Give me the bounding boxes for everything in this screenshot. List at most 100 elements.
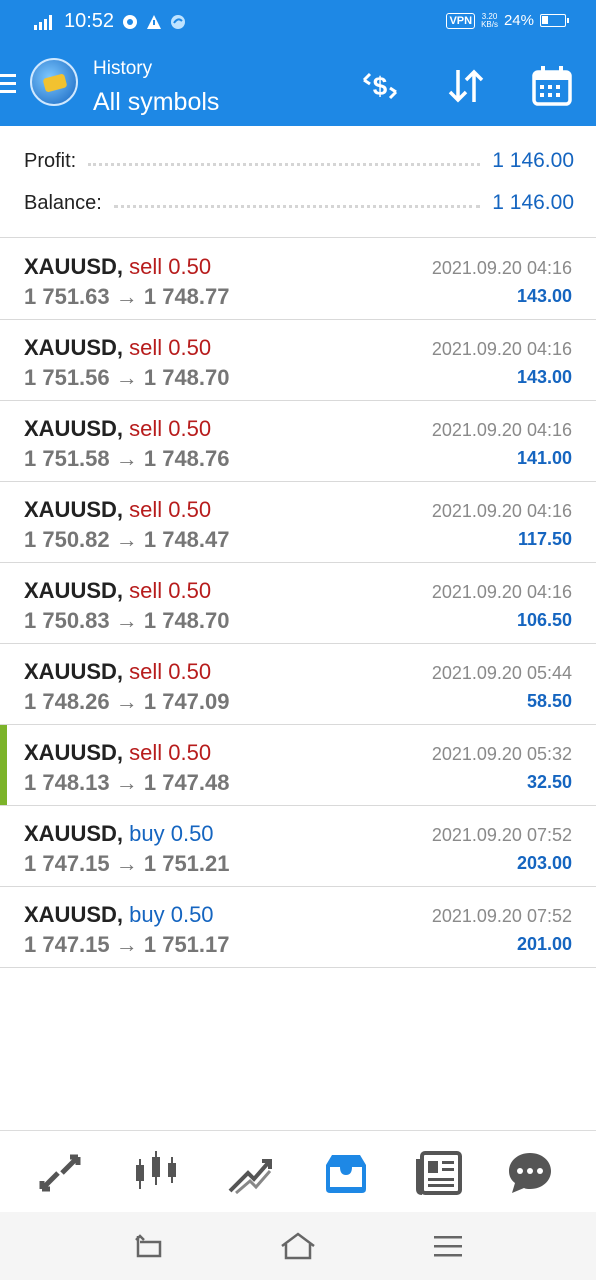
- trade-symbol: XAUUSD,: [24, 497, 124, 522]
- trade-profit: 203.00: [516, 853, 572, 873]
- trade-profit: 201.00: [516, 934, 572, 954]
- trade-profit: 32.50: [526, 772, 572, 792]
- trade-row[interactable]: XAUUSD, buy 0.50 1 747.15 → 1 751.21 2021.…: [0, 806, 596, 887]
- trade-row[interactable]: XAUUSD, sell 0.50 1 751.56 → 1 748.70 2021…: [0, 320, 596, 401]
- trade-symbol-line: XAUUSD, sell 0.50: [24, 578, 211, 604]
- trade-type: buy 0.50: [129, 902, 214, 927]
- page-title: History: [93, 58, 153, 79]
- vpn-badge: VPN: [446, 12, 476, 29]
- status-time: 10:52: [64, 10, 115, 32]
- trade-type: sell 0.50: [129, 416, 212, 441]
- trade-profit: 58.50: [526, 691, 572, 711]
- app-toolbar: History All symbols $: [0, 44, 596, 126]
- menu-icon[interactable]: [0, 74, 18, 96]
- trade-time: 2021.09.20 04:16: [431, 339, 572, 359]
- trade-profit: 143.00: [516, 286, 572, 306]
- trade-symbol: XAUUSD,: [24, 335, 124, 360]
- trade-symbol: XAUUSD,: [24, 902, 124, 927]
- trade-row[interactable]: XAUUSD, sell 0.50 1 748.26 → 1 747.09 2021…: [0, 644, 596, 725]
- symbol-filter[interactable]: All symbols: [93, 88, 219, 117]
- balance-label: Balance:: [24, 191, 102, 214]
- trade-symbol-line: XAUUSD, sell 0.50: [24, 254, 211, 280]
- recents-icon[interactable]: [428, 1226, 468, 1266]
- trade-symbol: XAUUSD,: [24, 740, 124, 765]
- battery-icon: [540, 14, 569, 27]
- balance-row: Balance: 1 146.00: [24, 188, 574, 218]
- trade-type: sell 0.50: [129, 335, 212, 360]
- profit-value: 1 146.00: [492, 149, 574, 172]
- trade-row[interactable]: XAUUSD, sell 0.50 1 751.58 → 1 748.76 2021…: [0, 401, 596, 482]
- trade-symbol-line: XAUUSD, sell 0.50: [24, 335, 211, 361]
- trade-time: 2021.09.20 04:16: [431, 258, 572, 278]
- back-icon[interactable]: [128, 1226, 168, 1266]
- selected-marker: [0, 725, 7, 805]
- battery-percent: 24%: [503, 12, 534, 29]
- network-speed-unit: KB/s: [481, 19, 498, 29]
- trade-time: 2021.09.20 04:16: [431, 582, 572, 602]
- trade-type: sell 0.50: [129, 659, 212, 684]
- trade-symbol-line: XAUUSD, sell 0.50: [24, 740, 211, 766]
- system-navigation-bar: [0, 1212, 596, 1280]
- home-icon[interactable]: [278, 1226, 318, 1266]
- trade-prices: 1 750.82 → 1 748.47: [24, 527, 230, 552]
- dotted-leader: [113, 204, 481, 208]
- notification-app-icon-2: [171, 14, 186, 29]
- history-icon[interactable]: [316, 1143, 376, 1203]
- trade-prices: 1 750.83 → 1 748.70: [24, 608, 230, 633]
- status-bar-right: VPN 3.20 KB/s 24%: [446, 12, 569, 29]
- trade-row[interactable]: XAUUSD, sell 0.50 1 751.63 → 1 748.77 2021…: [0, 239, 596, 320]
- trade-symbol: XAUUSD,: [24, 659, 124, 684]
- trade-symbol-line: XAUUSD, buy 0.50: [24, 902, 214, 928]
- signal-icon: [34, 14, 52, 30]
- trade-prices: 1 747.15 → 1 751.17: [24, 932, 230, 957]
- dotted-leader: [88, 162, 481, 166]
- network-speed: 3.20 KB/s: [481, 12, 498, 29]
- trade-symbol: XAUUSD,: [24, 254, 124, 279]
- news-icon[interactable]: [410, 1143, 470, 1203]
- trade-prices: 1 751.58 → 1 748.76: [24, 446, 230, 471]
- trade-time: 2021.09.20 07:52: [431, 825, 572, 845]
- sort-icon[interactable]: [444, 64, 488, 108]
- trade-profit: 143.00: [516, 367, 572, 387]
- bottom-navigation: [0, 1130, 596, 1212]
- trade-time: 2021.09.20 07:52: [431, 906, 572, 926]
- chat-icon[interactable]: [500, 1143, 560, 1203]
- trade-symbol-line: XAUUSD, sell 0.50: [24, 659, 211, 685]
- trade-profit: 141.00: [516, 448, 572, 468]
- calendar-icon[interactable]: [530, 64, 574, 108]
- app-logo: [30, 58, 78, 106]
- svg-text:$: $: [373, 71, 388, 101]
- trade-history-list: XAUUSD, sell 0.50 1 751.63 → 1 748.77 2021…: [0, 239, 596, 968]
- trade-time: 2021.09.20 04:16: [431, 420, 572, 440]
- trade-time: 2021.09.20 05:32: [431, 744, 572, 764]
- trade-symbol-line: XAUUSD, sell 0.50: [24, 497, 211, 523]
- trade-symbol: XAUUSD,: [24, 821, 124, 846]
- trade-row[interactable]: XAUUSD, buy 0.50 1 747.15 → 1 751.17 2021.…: [0, 887, 596, 968]
- trade-symbol: XAUUSD,: [24, 578, 124, 603]
- trade-type: buy 0.50: [129, 821, 214, 846]
- trade-row[interactable]: XAUUSD, sell 0.50 1 750.83 → 1 748.70 2021…: [0, 563, 596, 644]
- trade-symbol-line: XAUUSD, sell 0.50: [24, 416, 211, 442]
- profit-row: Profit: 1 146.00: [24, 146, 574, 176]
- trade-symbol-line: XAUUSD, buy 0.50: [24, 821, 214, 847]
- trade-row[interactable]: XAUUSD, sell 0.50 1 750.82 → 1 748.47 2021…: [0, 482, 596, 563]
- status-bar-left: 10:52: [34, 10, 186, 33]
- trade-time: 2021.09.20 04:16: [431, 501, 572, 521]
- trade-icon[interactable]: [220, 1143, 280, 1203]
- trade-row[interactable]: XAUUSD, sell 0.50 1 748.13 → 1 747.48 2021…: [0, 725, 596, 806]
- trade-type: sell 0.50: [129, 254, 212, 279]
- currency-exchange-icon[interactable]: $: [358, 64, 402, 108]
- notification-app-icon: [123, 14, 138, 29]
- account-summary: Profit: 1 146.00 Balance: 1 146.00: [0, 126, 596, 238]
- status-bar: 10:52 VPN 3.20 KB/s 24%: [0, 0, 596, 44]
- trade-prices: 1 751.63 → 1 748.77: [24, 284, 230, 309]
- chart-icon[interactable]: [126, 1143, 186, 1203]
- balance-value: 1 146.00: [492, 191, 574, 214]
- quotes-icon[interactable]: [30, 1143, 90, 1203]
- profit-label: Profit:: [24, 149, 77, 172]
- trade-prices: 1 751.56 → 1 748.70: [24, 365, 230, 390]
- trade-time: 2021.09.20 05:44: [431, 663, 572, 683]
- trade-symbol: XAUUSD,: [24, 416, 124, 441]
- trade-profit: 117.50: [517, 529, 572, 549]
- warning-icon: [147, 14, 162, 29]
